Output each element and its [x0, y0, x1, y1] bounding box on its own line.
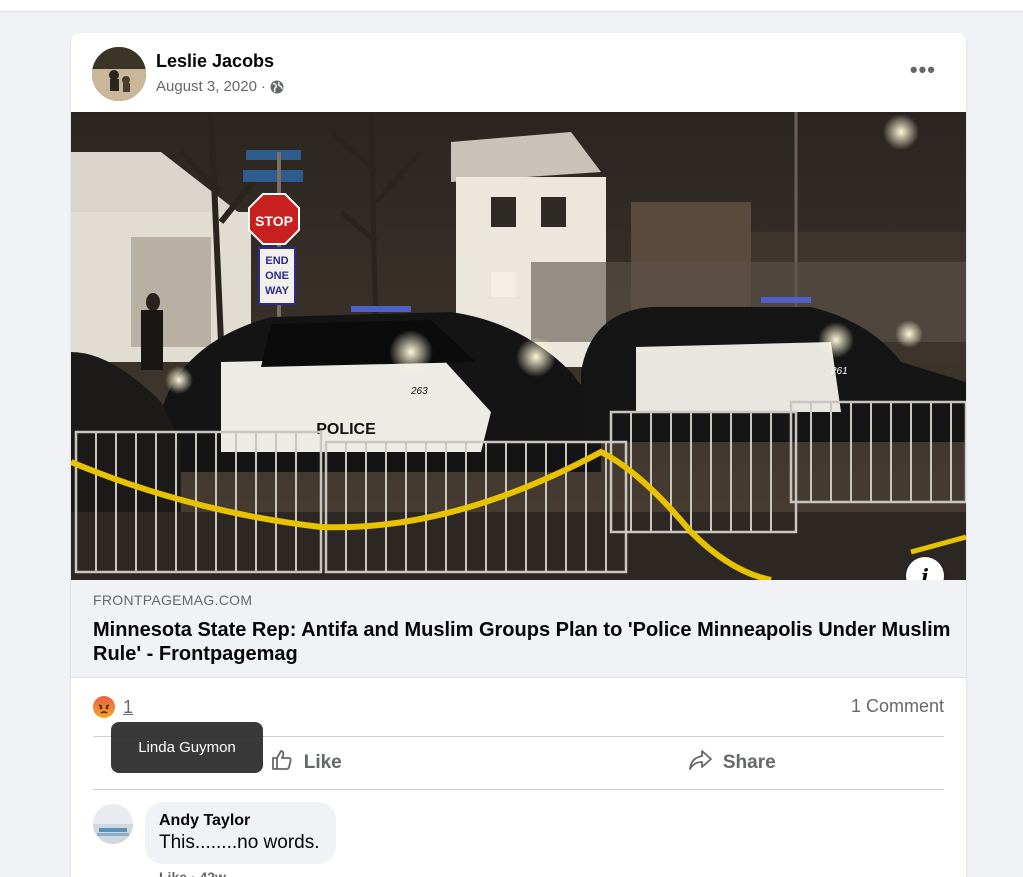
share-label: Share: [722, 752, 776, 773]
end-sign-line-2: ONE: [265, 270, 289, 282]
comment-footer[interactable]: Like · 42w: [159, 869, 226, 877]
link-preview[interactable]: FRONTPAGEMAG.COM Minnesota State Rep: An…: [71, 580, 966, 678]
comments-count[interactable]: 1 Comment: [851, 696, 944, 717]
police-car-label: POLICE: [316, 421, 376, 438]
globe-icon: [270, 80, 284, 94]
author-avatar[interactable]: [92, 47, 146, 101]
top-bar: [0, 0, 1023, 12]
car-number-right: 261: [830, 366, 848, 377]
comment-author[interactable]: Andy Taylor: [159, 812, 320, 830]
reaction-count[interactable]: 1: [123, 697, 133, 718]
car-number-left: 263: [410, 386, 428, 397]
post-date[interactable]: August 3, 2020: [156, 78, 257, 95]
thumbs-up-icon: [270, 748, 294, 778]
commenter-avatar[interactable]: [93, 804, 133, 844]
end-sign-line-3: WAY: [265, 285, 290, 297]
stop-sign-text: STOP: [255, 213, 293, 229]
reaction-tooltip: Linda Guymon: [111, 722, 263, 773]
comment-text: This........no words.: [159, 832, 320, 853]
share-arrow-icon: [687, 748, 713, 778]
reaction-summary[interactable]: 1: [93, 696, 133, 718]
post-header: Leslie Jacobs August 3, 2020 · •••: [71, 33, 966, 112]
meta-separator: ·: [260, 78, 266, 95]
link-preview-image[interactable]: STOP END ONE WAY POLICE 263 261: [71, 112, 966, 580]
author-name[interactable]: Leslie Jacobs: [156, 51, 274, 72]
link-title[interactable]: Minnesota State Rep: Antifa and Muslim G…: [93, 618, 953, 666]
post-meta: August 3, 2020 ·: [156, 78, 284, 95]
link-domain: FRONTPAGEMAG.COM: [93, 592, 253, 608]
more-options-button[interactable]: •••: [910, 57, 936, 83]
like-label: Like: [303, 752, 342, 773]
police-scene-photo: STOP END ONE WAY POLICE 263 261: [71, 112, 966, 580]
angry-reaction-icon: [93, 696, 115, 718]
end-sign-line-1: END: [265, 255, 288, 267]
comment-bubble: Andy Taylor This........no words.: [145, 802, 336, 864]
share-button[interactable]: Share: [519, 737, 945, 789]
divider-bottom: [93, 789, 944, 790]
